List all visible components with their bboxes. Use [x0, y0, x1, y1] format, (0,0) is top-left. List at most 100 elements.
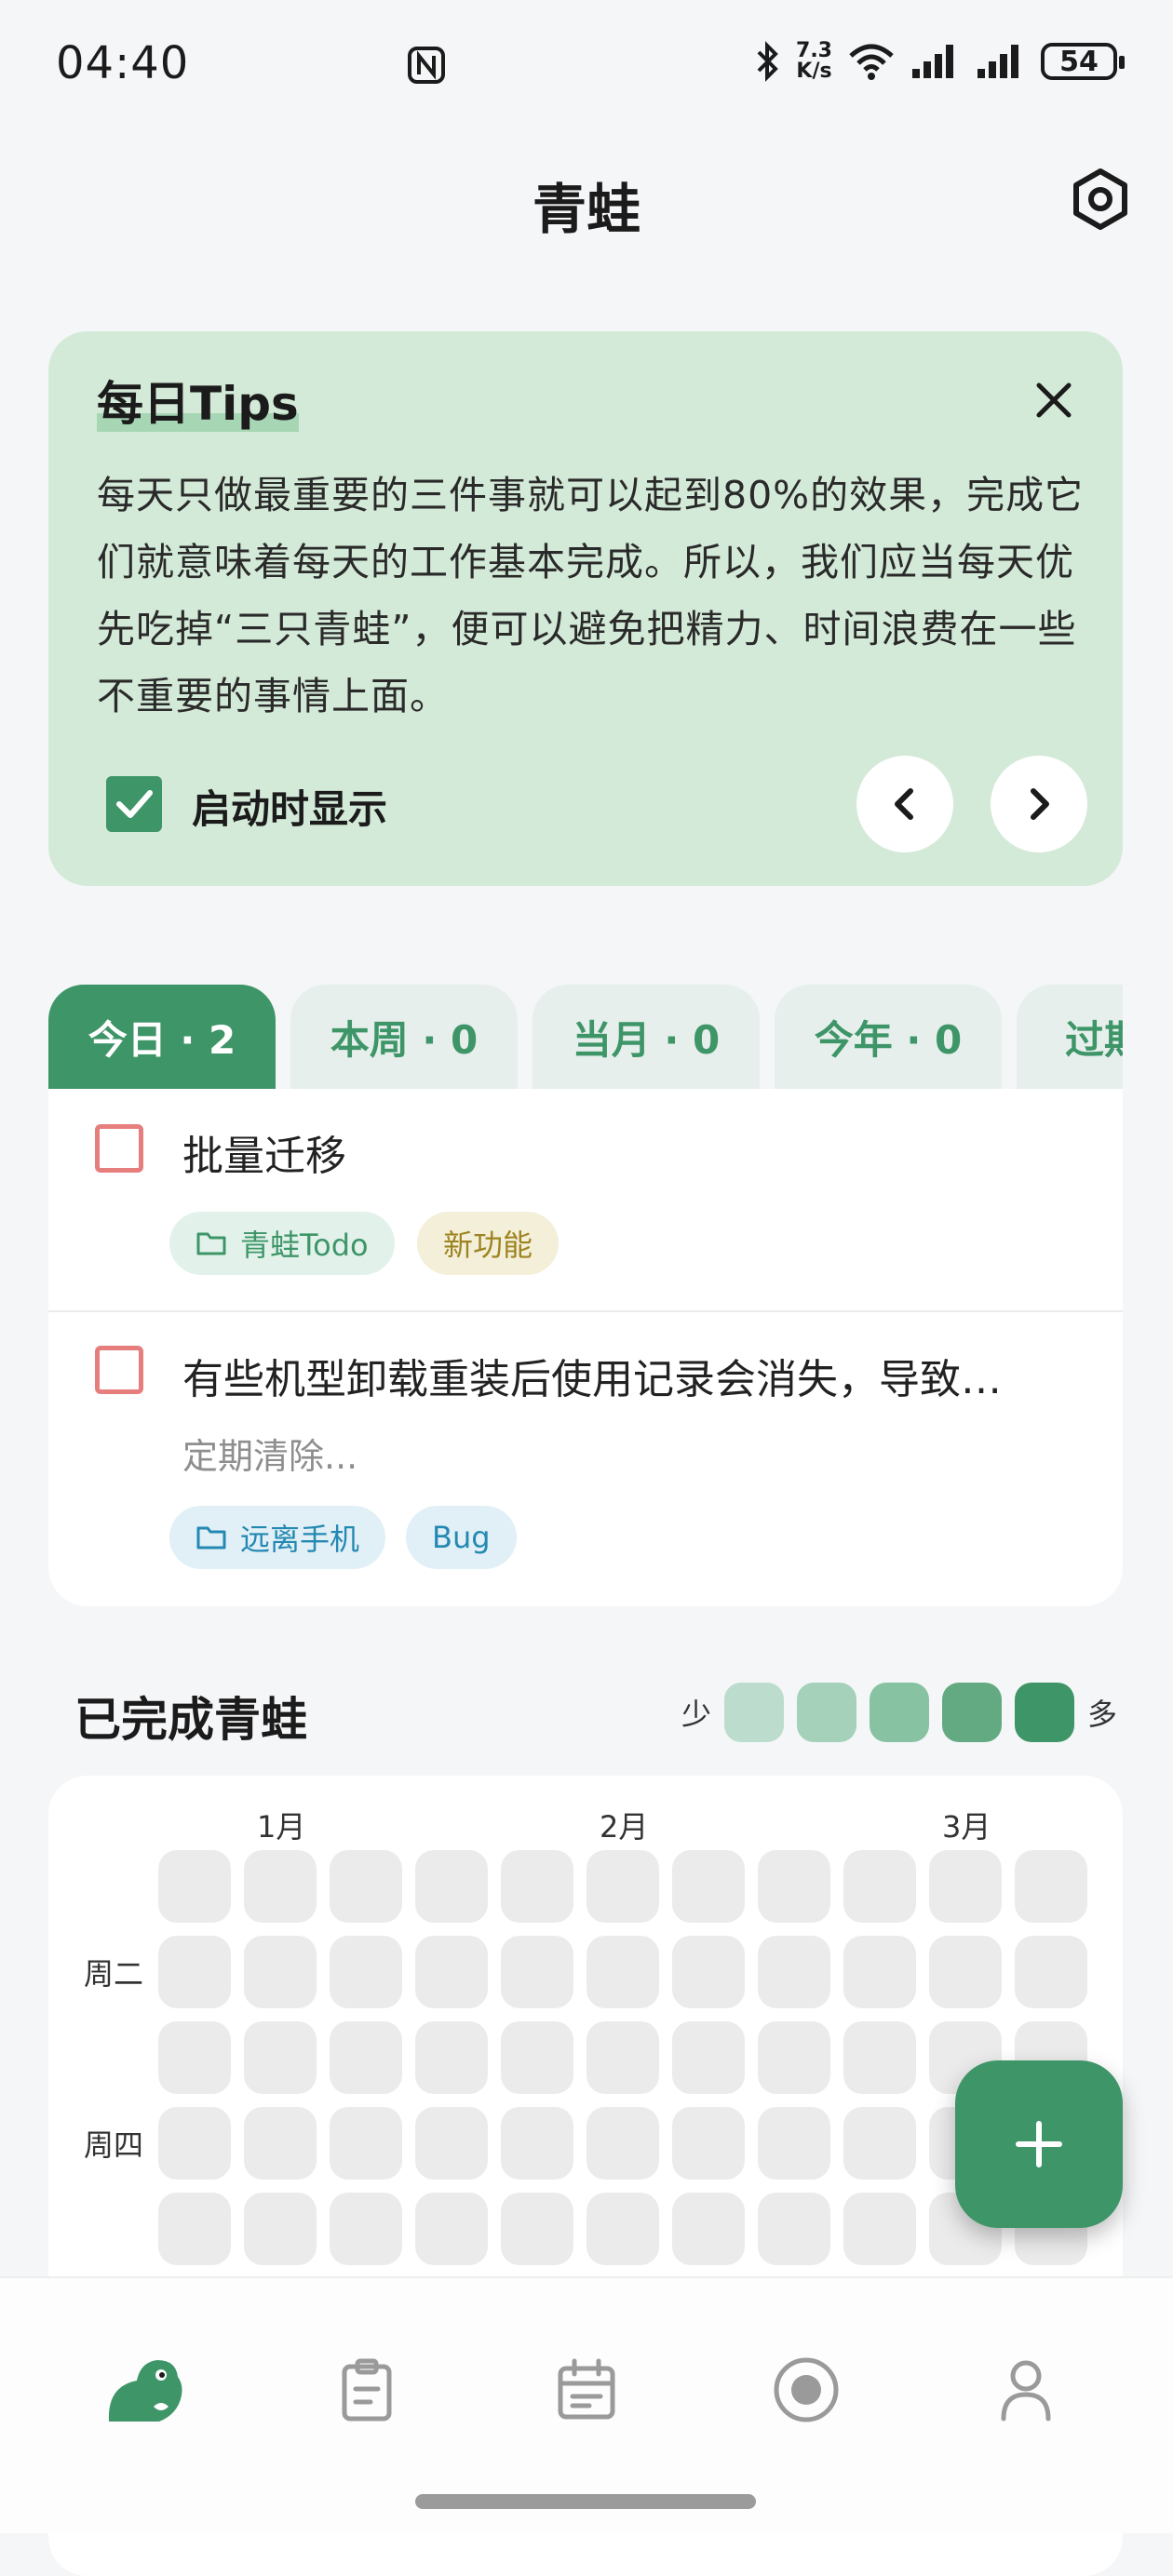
- target-icon: [774, 2357, 839, 2422]
- heatmap-cell: [415, 2021, 488, 2094]
- chevron-right-icon: [1031, 788, 1049, 820]
- tips-body: 每天只做最重要的三件事就可以起到80%的效果，完成它们就意味着每天的工作基本完成…: [97, 473, 1085, 718]
- todo-title: 批量迁移: [182, 1133, 346, 1180]
- chevron-left-icon: [895, 788, 913, 820]
- weekday-label: 周四: [84, 2127, 144, 2163]
- tag-chip[interactable]: Bug: [406, 1506, 517, 1569]
- legend-swatch-1: [723, 1683, 784, 1742]
- heatmap-cell: [929, 1850, 1002, 1923]
- heatmap-cell: [672, 1936, 745, 2008]
- heatmap-cell: [929, 1936, 1002, 2008]
- bluetooth-icon: [757, 41, 778, 82]
- heatmap-cell: [244, 1936, 317, 2008]
- heatmap-cell: [330, 1850, 402, 1923]
- weekday-label: 周二: [84, 1956, 144, 1992]
- period-tabs: 今日 · 2 本周 · 0 当月 · 0 今年 · 0 过期: [48, 985, 1123, 1089]
- nav-frog[interactable]: [89, 2334, 201, 2446]
- heatmap-cell: [843, 2021, 916, 2094]
- todo-title: 有些机型卸载重装后使用记录会消失，导致…: [182, 1356, 1002, 1403]
- folder-chip[interactable]: 青蛙Todo: [169, 1212, 395, 1275]
- heatmap-cell: [758, 2193, 830, 2265]
- calendar-icon: [558, 2358, 615, 2420]
- legend-swatch-4: [941, 1683, 1002, 1742]
- heatmap-legend: 少 多: [681, 1683, 1117, 1742]
- gear-icon[interactable]: [1069, 168, 1132, 231]
- tips-title: 每日Tips: [97, 367, 299, 434]
- heatmap-cell: [244, 2107, 317, 2180]
- heatmap-cell: [158, 1936, 231, 2008]
- tab-today[interactable]: 今日 · 2: [48, 985, 276, 1089]
- heatmap-cell: [843, 1850, 916, 1923]
- signal-icon-2: [978, 45, 1018, 78]
- nav-tasks[interactable]: [311, 2334, 423, 2446]
- heatmap-cell: [330, 2021, 402, 2094]
- heatmap-cell: [1015, 1936, 1087, 2008]
- nfc-icon: [408, 47, 445, 84]
- tab-week[interactable]: 本周 · 0: [290, 985, 518, 1089]
- folder-chip[interactable]: 远离手机: [169, 1506, 386, 1569]
- folder-icon: [196, 1526, 226, 1550]
- add-task-button[interactable]: [955, 2060, 1123, 2228]
- list-item[interactable]: 有些机型卸载重装后使用记录会消失，导致… 定期清除... 远离手机 Bug: [48, 1312, 1123, 1606]
- todo-subtitle: 定期清除...: [182, 1436, 358, 1477]
- heatmap-cell: [415, 2193, 488, 2265]
- heatmap-cell: [330, 1936, 402, 2008]
- heatmap-cell: [158, 1850, 231, 1923]
- heatmap-cell: [158, 2193, 231, 2265]
- heatmap-cell: [158, 2107, 231, 2180]
- legend-swatch-3: [869, 1683, 929, 1742]
- heatmap-cell: [501, 1850, 573, 1923]
- completed-title: 已完成青蛙: [74, 1693, 307, 1747]
- next-tip-button[interactable]: [991, 756, 1087, 852]
- heatmap-cell: [672, 2107, 745, 2180]
- heatmap-cell: [330, 2107, 402, 2180]
- todo-list: 批量迁移 青蛙Todo 新功能 有些机型卸载重装后使用记录会消失，导致… 定期清…: [48, 1089, 1123, 1606]
- page-title: 青蛙: [532, 178, 640, 241]
- heatmap-cell: [758, 1850, 830, 1923]
- heatmap-cell: [158, 2021, 231, 2094]
- heatmap-cell: [672, 2193, 745, 2265]
- signal-icon: [912, 45, 953, 78]
- prev-tip-button[interactable]: [856, 756, 953, 852]
- show-on-start-checkbox[interactable]: [106, 776, 162, 832]
- heatmap-cell: [586, 1936, 659, 2008]
- month-label: 3月: [942, 1809, 991, 1845]
- nav-profile[interactable]: [970, 2334, 1082, 2446]
- nav-focus[interactable]: [750, 2334, 862, 2446]
- tab-overdue[interactable]: 过期: [1017, 985, 1123, 1089]
- net-speed: 7.3 K/s: [796, 39, 832, 83]
- legend-high: 多: [1086, 1697, 1117, 1732]
- heatmap-cell: [1015, 1850, 1087, 1923]
- status-bar: 04:40 7.3 K/s 54: [0, 0, 1173, 130]
- home-indicator[interactable]: [415, 2494, 756, 2509]
- show-on-start-label: 启动时显示: [192, 786, 388, 832]
- heatmap-cell: [244, 1850, 317, 1923]
- heatmap-cell: [586, 2107, 659, 2180]
- heatmap-cell: [672, 1850, 745, 1923]
- status-time: 04:40: [56, 37, 190, 89]
- todo-checkbox[interactable]: [95, 1346, 143, 1394]
- heatmap-cell: [415, 1936, 488, 2008]
- list-item[interactable]: 批量迁移 青蛙Todo 新功能: [48, 1089, 1123, 1312]
- heatmap-cell: [415, 1850, 488, 1923]
- tab-month[interactable]: 当月 · 0: [533, 985, 760, 1089]
- todo-checkbox[interactable]: [95, 1124, 143, 1173]
- battery-icon: 54: [1041, 43, 1125, 80]
- tag-chip[interactable]: 新功能: [417, 1212, 560, 1275]
- close-icon[interactable]: [1026, 372, 1082, 428]
- heatmap-cell: [330, 2193, 402, 2265]
- legend-swatch-2: [796, 1683, 856, 1742]
- heatmap-cell: [501, 2107, 573, 2180]
- heatmap-cell: [758, 1936, 830, 2008]
- frog-icon: [108, 2360, 182, 2422]
- plus-icon: [1016, 2121, 1062, 2167]
- heatmap-cell: [586, 2021, 659, 2094]
- heatmap-cell: [501, 1936, 573, 2008]
- month-label: 1月: [257, 1809, 306, 1845]
- tab-year[interactable]: 今年 · 0: [775, 985, 1002, 1089]
- clipboard-icon: [342, 2358, 392, 2422]
- heatmap-cell: [586, 1850, 659, 1923]
- heatmap-cell: [501, 2021, 573, 2094]
- daily-tips-card: 每日Tips 每天只做最重要的三件事就可以起到80%的效果，完成它们就意味着每天…: [48, 331, 1123, 886]
- nav-calendar[interactable]: [531, 2334, 642, 2446]
